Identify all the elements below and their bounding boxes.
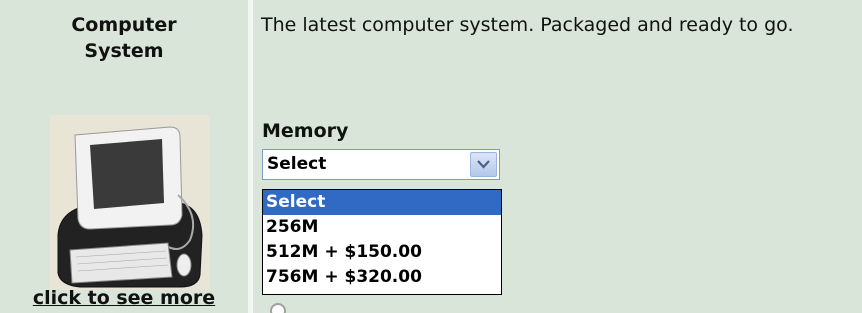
computer-product-image[interactable] <box>50 115 210 290</box>
product-image-cell: Computer System click to see more <box>0 0 248 313</box>
memory-label: Memory <box>262 120 349 142</box>
memory-select[interactable]: Select <box>262 149 500 180</box>
memory-select-value: Select <box>267 154 327 174</box>
product-description: The latest computer system. Packaged and… <box>261 14 794 36</box>
radio-button[interactable] <box>270 303 286 313</box>
see-more-link[interactable]: click to see more <box>0 287 248 309</box>
product-listing: Computer System click to see more The la… <box>0 0 862 313</box>
memory-options-list: Select 256M 512M + $150.00 756M + $320.0… <box>262 189 502 295</box>
memory-option[interactable]: 512M + $150.00 <box>263 240 501 265</box>
memory-option[interactable]: 756M + $320.00 <box>263 265 501 290</box>
memory-option[interactable]: Select <box>263 190 501 215</box>
chevron-down-icon <box>477 160 490 169</box>
memory-option[interactable]: 256M <box>263 215 501 240</box>
product-title: Computer System <box>71 14 177 62</box>
product-details-cell: The latest computer system. Packaged and… <box>253 0 862 313</box>
dropdown-arrow-button[interactable] <box>470 152 497 177</box>
